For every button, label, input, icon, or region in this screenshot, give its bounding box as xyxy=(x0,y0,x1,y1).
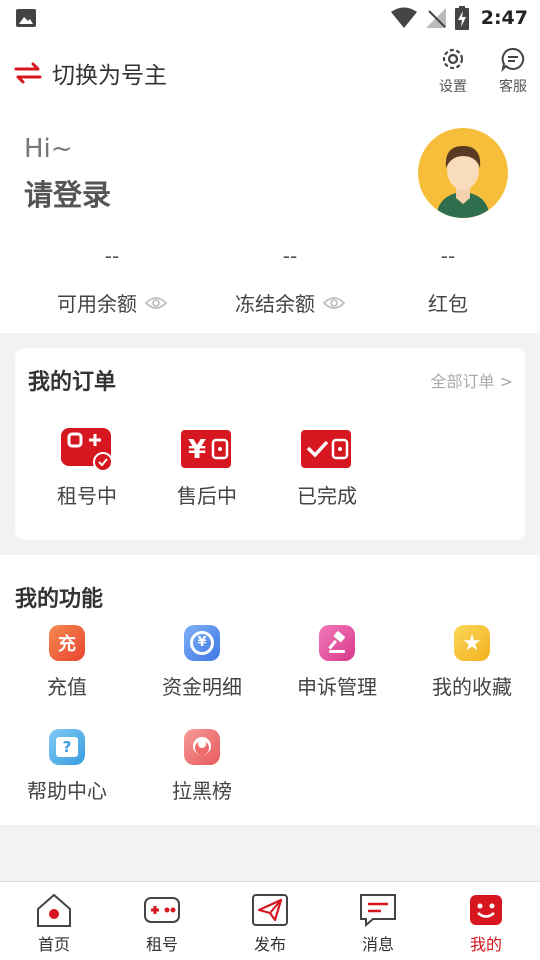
settings-button[interactable]: 设置 xyxy=(433,46,473,96)
order-label: 售后中 xyxy=(177,484,237,508)
order-label: 已完成 xyxy=(297,484,357,508)
tab-messages[interactable]: 消息 xyxy=(324,882,432,960)
switch-arrows-icon xyxy=(14,62,42,84)
func-label: 帮助中心 xyxy=(27,779,107,803)
func-label: 申诉管理 xyxy=(297,675,377,699)
tab-rent[interactable]: 租号 xyxy=(108,882,216,960)
stat-label: 可用余额 xyxy=(57,292,137,316)
no-signal-icon xyxy=(425,8,446,28)
gamepad-icon xyxy=(144,897,180,923)
order-renting[interactable]: 租号中 xyxy=(32,426,142,509)
stat-red-packet[interactable]: -- 红包 xyxy=(358,244,538,317)
func-blacklist[interactable]: 拉黑榜 xyxy=(142,729,262,804)
fund-detail-icon: ¥ xyxy=(184,625,220,661)
login-prompt[interactable]: 请登录 xyxy=(24,172,111,214)
stat-value: -- xyxy=(104,244,120,268)
all-orders-link[interactable]: 全部订单 > xyxy=(431,368,514,392)
tab-label: 发布 xyxy=(253,935,286,954)
tab-mine[interactable]: 我的 xyxy=(432,882,540,960)
image-icon xyxy=(16,9,36,27)
gavel-icon xyxy=(319,625,355,661)
my-functions-section: 我的功能 充 充值 ¥ 资金明细 申诉管理 ★ 我的收藏 ? 帮助中心 拉黑榜 xyxy=(0,555,540,825)
func-fund-detail[interactable]: ¥ 资金明细 xyxy=(142,625,262,700)
switch-role-label: 切换为号主 xyxy=(52,63,167,89)
help-icon: ? xyxy=(49,729,85,765)
bottom-tab-bar: 首页 租号 发布 消息 我的 xyxy=(0,881,540,960)
stat-available-balance[interactable]: -- 可用余额 xyxy=(22,244,202,317)
func-help-center[interactable]: ? 帮助中心 xyxy=(7,729,127,804)
tab-label: 消息 xyxy=(361,935,394,954)
send-icon xyxy=(252,894,288,926)
gamepad-check-icon xyxy=(61,428,113,472)
switch-role-button[interactable]: 切换为号主 xyxy=(14,56,167,90)
tab-label: 我的 xyxy=(469,935,502,954)
home-icon xyxy=(37,893,71,927)
func-favorites[interactable]: ★ 我的收藏 xyxy=(412,625,532,700)
avatar[interactable] xyxy=(418,128,508,218)
customer-service-button[interactable]: 客服 xyxy=(493,46,533,96)
func-label: 资金明细 xyxy=(162,675,242,699)
order-label: 租号中 xyxy=(57,484,117,508)
wifi-icon xyxy=(390,7,417,28)
profile-section: 切换为号主 设置 客服 Hi~ 请登录 -- 可用余额 -- 冻结余额 -- 红… xyxy=(0,36,540,333)
settings-label: 设置 xyxy=(439,79,467,95)
greeting: Hi~ xyxy=(24,134,73,164)
order-completed[interactable]: 已完成 xyxy=(272,426,382,509)
func-recharge[interactable]: 充 充值 xyxy=(7,625,127,700)
recharge-icon: 充 xyxy=(49,625,85,661)
user-avatar-icon xyxy=(436,146,490,218)
stat-value: -- xyxy=(282,244,298,268)
eye-icon[interactable] xyxy=(323,296,345,310)
status-time: 2:47 xyxy=(480,7,528,29)
stat-frozen-balance[interactable]: -- 冻结余额 xyxy=(200,244,380,317)
star-icon: ★ xyxy=(454,625,490,661)
gear-icon xyxy=(442,48,464,70)
battery-charging-icon xyxy=(454,6,469,30)
my-orders-card: 我的订单 全部订单 > 租号中 ¥ 售后中 已完成 xyxy=(15,348,525,540)
stat-value: -- xyxy=(440,244,456,268)
tab-label: 租号 xyxy=(145,935,178,954)
tab-publish[interactable]: 发布 xyxy=(216,882,324,960)
functions-title: 我的功能 xyxy=(15,587,104,612)
smile-icon xyxy=(470,895,502,925)
func-label: 我的收藏 xyxy=(432,675,512,699)
message-icon xyxy=(360,894,396,928)
func-label: 充值 xyxy=(47,675,87,699)
blacklist-icon xyxy=(184,729,220,765)
eye-icon[interactable] xyxy=(145,296,167,310)
func-label: 拉黑榜 xyxy=(172,779,232,803)
customer-service-label: 客服 xyxy=(499,79,527,95)
order-after-sales[interactable]: ¥ 售后中 xyxy=(152,426,262,509)
svg-text:¥: ¥ xyxy=(188,435,206,465)
stat-label: 红包 xyxy=(428,292,468,316)
func-appeal[interactable]: 申诉管理 xyxy=(277,625,397,700)
tab-home[interactable]: 首页 xyxy=(0,882,108,960)
yen-wallet-icon: ¥ xyxy=(181,430,231,468)
tab-label: 首页 xyxy=(37,935,70,954)
chat-bubble-icon xyxy=(501,47,525,72)
check-wallet-icon xyxy=(301,430,351,468)
stat-label: 冻结余额 xyxy=(235,292,315,316)
orders-title: 我的订单 xyxy=(28,370,117,395)
status-bar: 2:47 xyxy=(0,0,540,36)
